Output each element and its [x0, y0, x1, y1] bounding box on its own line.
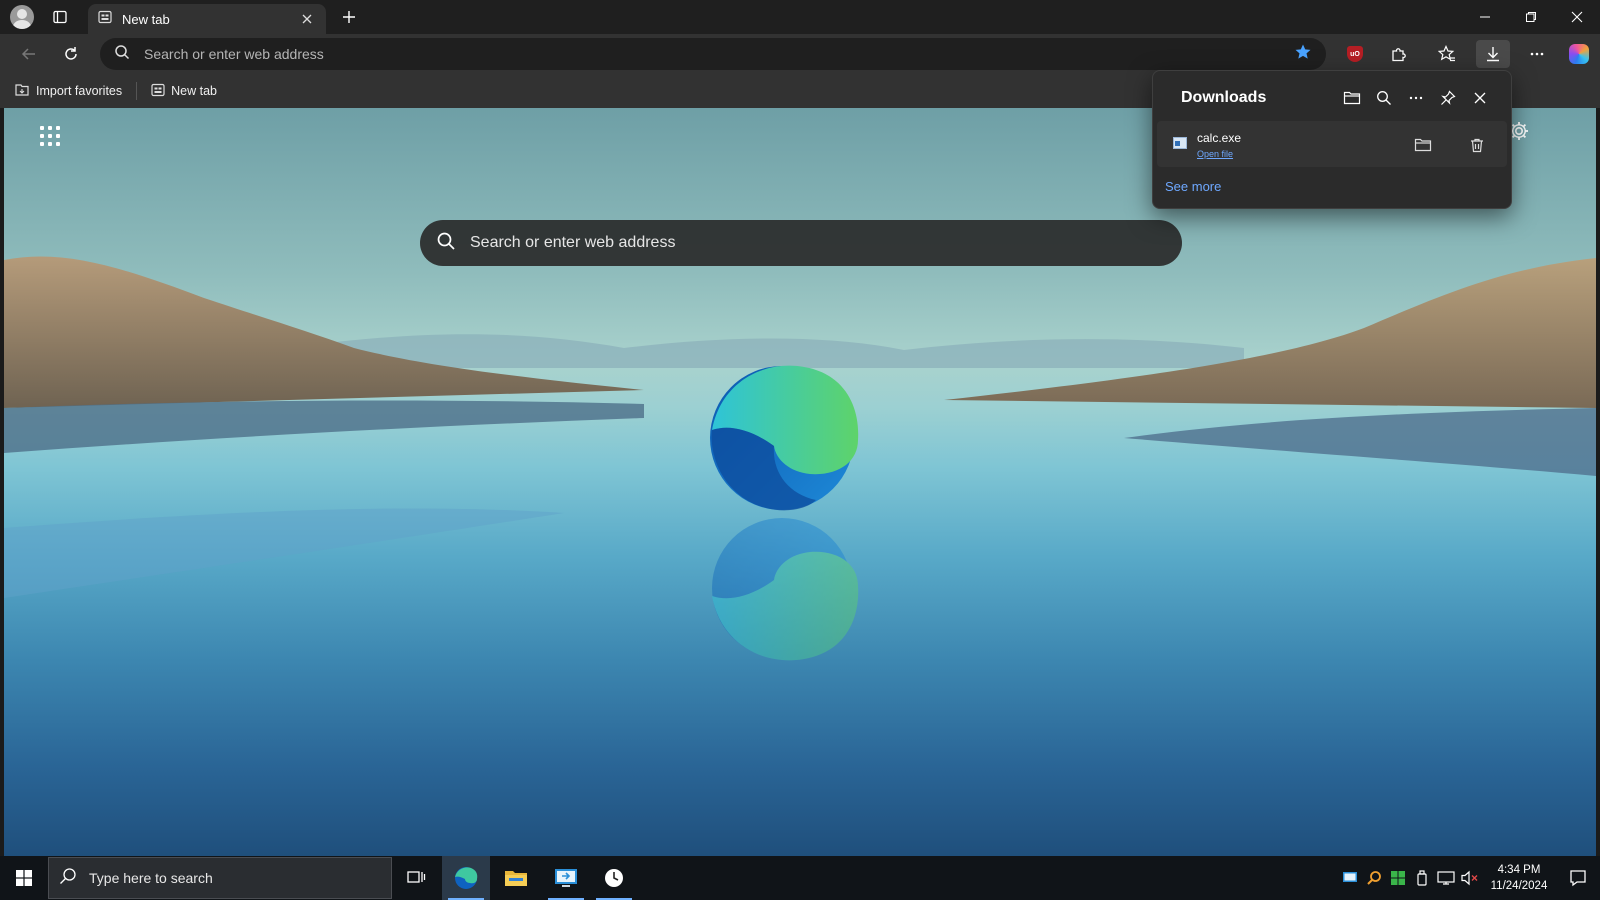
- download-filename: calc.exe: [1197, 131, 1242, 145]
- network-icon[interactable]: [1436, 868, 1456, 888]
- notifications-icon[interactable]: [1556, 856, 1600, 900]
- page-search-input[interactable]: [470, 234, 1166, 252]
- ublock-extension-icon[interactable]: uO: [1338, 40, 1372, 68]
- extensions-puzzle-icon[interactable]: [1382, 40, 1416, 68]
- navigation-bar: uO: [0, 34, 1600, 74]
- page-search-box[interactable]: [420, 220, 1182, 266]
- new-tab-page-icon: [98, 10, 112, 29]
- search-downloads-icon[interactable]: [1371, 85, 1397, 111]
- security-shield-icon[interactable]: [1388, 868, 1408, 888]
- apps-launcher-icon[interactable]: [34, 120, 62, 148]
- windows-taskbar: 4:34 PM 11/24/2024: [0, 856, 1600, 900]
- profile-avatar[interactable]: [10, 5, 34, 29]
- clock-app-icon[interactable]: [590, 856, 638, 900]
- downloads-more-icon[interactable]: [1403, 85, 1429, 111]
- task-view-icon[interactable]: [392, 856, 440, 900]
- edge-taskbar-icon[interactable]: [442, 856, 490, 900]
- downloads-panel: Downloads calc.exe Open file See more: [1152, 70, 1512, 209]
- close-panel-icon[interactable]: [1467, 85, 1493, 111]
- restore-icon[interactable]: [1508, 0, 1554, 34]
- tab-title: New tab: [122, 11, 170, 27]
- clock-date: 11/24/2024: [1490, 880, 1548, 892]
- favorites-icon[interactable]: [1430, 40, 1464, 68]
- volume-muted-icon[interactable]: [1460, 868, 1480, 888]
- import-favorites-icon: [14, 82, 30, 101]
- pin-panel-icon[interactable]: [1435, 85, 1461, 111]
- remote-desktop-tray-icon[interactable]: [1340, 868, 1360, 888]
- exe-file-icon: [1173, 137, 1187, 149]
- taskbar-search-box[interactable]: [48, 857, 392, 899]
- address-bar[interactable]: [100, 38, 1326, 70]
- new-tab-favorite-link[interactable]: New tab: [147, 78, 221, 104]
- tab-strip: New tab: [0, 0, 1600, 34]
- minimize-icon[interactable]: [1462, 0, 1508, 34]
- show-in-folder-icon[interactable]: [1411, 133, 1435, 157]
- remote-desktop-icon[interactable]: [542, 856, 590, 900]
- search-icon: [436, 231, 456, 256]
- search-tray-icon[interactable]: [1364, 868, 1384, 888]
- new-tab-page-icon: [151, 83, 165, 100]
- copilot-icon[interactable]: [1562, 40, 1596, 68]
- ublock-badge: uO: [1347, 46, 1363, 62]
- favorite-star-icon[interactable]: [1294, 43, 1312, 66]
- clock-time: 4:34 PM: [1497, 864, 1541, 876]
- refresh-icon[interactable]: [56, 40, 86, 68]
- tab-actions-icon[interactable]: [48, 6, 72, 28]
- new-tab-page: [4, 108, 1596, 856]
- new-tab-favorite-label: New tab: [171, 84, 217, 98]
- address-input[interactable]: [144, 46, 1294, 62]
- favorites-divider: [136, 82, 138, 100]
- delete-download-trash-icon[interactable]: [1465, 133, 1489, 157]
- downloads-icon[interactable]: [1476, 40, 1510, 68]
- see-more-link[interactable]: See more: [1165, 179, 1221, 194]
- taskbar-clock[interactable]: 4:34 PM 11/24/2024: [1486, 862, 1552, 894]
- windows-start-icon[interactable]: [0, 856, 48, 900]
- back-arrow-icon[interactable]: [14, 40, 44, 68]
- import-favorites-label: Import favorites: [36, 84, 123, 98]
- new-tab-plus-icon[interactable]: [338, 6, 360, 28]
- search-icon: [114, 44, 130, 65]
- file-explorer-icon[interactable]: [492, 856, 540, 900]
- download-item[interactable]: calc.exe Open file: [1157, 121, 1507, 167]
- downloads-title: Downloads: [1181, 89, 1267, 106]
- more-options-icon[interactable]: [1520, 40, 1554, 68]
- usb-device-icon[interactable]: [1412, 868, 1432, 888]
- edge-logo-icon: [710, 365, 859, 511]
- tab-close-icon[interactable]: [298, 10, 316, 28]
- open-file-link[interactable]: Open file: [1197, 149, 1233, 159]
- search-icon: [59, 867, 77, 890]
- tab-new-tab[interactable]: New tab: [88, 4, 326, 34]
- import-favorites-link[interactable]: Import favorites: [10, 78, 126, 104]
- open-downloads-folder-icon[interactable]: [1339, 85, 1365, 111]
- close-window-icon[interactable]: [1554, 0, 1600, 34]
- taskbar-search-input[interactable]: [89, 870, 369, 886]
